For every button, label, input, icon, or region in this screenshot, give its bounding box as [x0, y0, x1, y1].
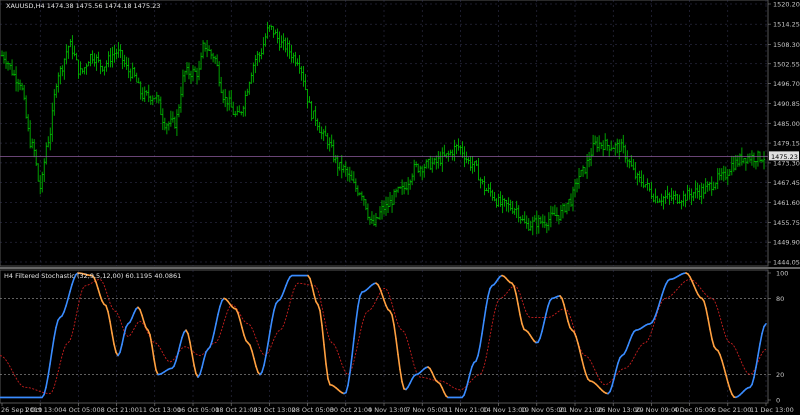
time-tick-label: 30 Oct 21:00 — [330, 406, 372, 414]
price-tick-label: 1455.75 — [773, 219, 800, 227]
price-header: XAUUSD,H4 1474.38 1475.56 1474.18 1475.2… — [6, 2, 160, 10]
indicator-tick-label: 20 — [776, 371, 784, 379]
price-tick-label: 1514.25 — [773, 21, 800, 29]
indicator-tick-label: 100 — [776, 270, 788, 278]
time-tick-label: 4 Oct 05:00 — [62, 406, 100, 414]
indicator-tick-label: 80 — [776, 295, 784, 303]
time-tick-label: 28 Oct 05:00 — [292, 406, 334, 414]
price-tick-label: 1520.20 — [773, 1, 800, 9]
price-tick-label: 1508.30 — [773, 41, 800, 49]
time-tick-label: 8 Oct 21:00 — [101, 406, 139, 414]
time-tick-label: 18 Oct 21:00 — [215, 406, 257, 414]
time-tick-label: 4 Nov 13:00 — [368, 406, 408, 414]
price-tick-label: 1461.60 — [773, 199, 800, 207]
time-tick-label: 23 Oct 13:00 — [253, 406, 295, 414]
time-tick-label: 7 Nov 05:00 — [406, 406, 446, 414]
price-tick-label: 1479.15 — [773, 140, 800, 148]
current-price-tag: 1475.23 — [769, 151, 799, 161]
price-tick-label: 1502.55 — [773, 60, 800, 68]
time-tick-label: 11 Oct 13:00 — [139, 406, 181, 414]
time-tick-label: 1 Oct 13:00 — [24, 406, 62, 414]
price-tick-label: 1496.70 — [773, 80, 800, 88]
price-tick-label: 1449.90 — [773, 239, 800, 247]
current-price-label: 1475.23 — [771, 153, 798, 161]
time-tick-label: 11 Dec 13:00 — [750, 406, 794, 414]
time-tick-label: 16 Oct 05:00 — [177, 406, 219, 414]
indicator-tick-label: 0 — [776, 397, 780, 405]
indicator-header: H4 Filtered Stochastic (32,9,5,12,00) 60… — [4, 272, 181, 280]
trading-chart[interactable]: XAUUSD,H4 1474.38 1475.56 1474.18 1475.2… — [0, 0, 800, 415]
price-tick-label: 1485.00 — [773, 120, 800, 128]
price-tick-label: 1467.45 — [773, 179, 800, 187]
time-tick-label: 4 Dec 05:00 — [674, 406, 714, 414]
time-tick-label: 6 Dec 21:00 — [712, 406, 752, 414]
price-tick-label: 1490.85 — [773, 100, 800, 108]
price-tick-label: 1444.05 — [773, 259, 800, 267]
